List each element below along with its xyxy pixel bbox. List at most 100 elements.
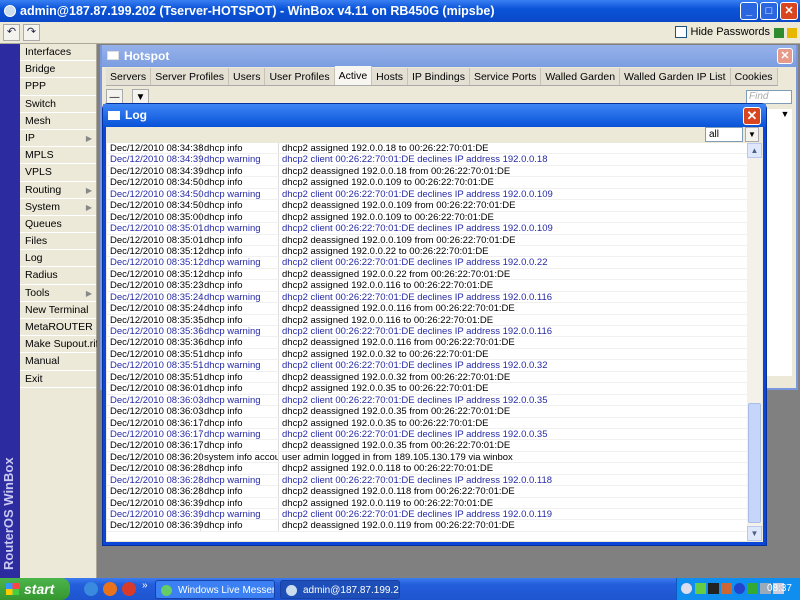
log-close-button[interactable]: ✕ — [743, 107, 761, 125]
log-row[interactable]: Dec/12/2010 08:34:38 dhcp info dhcp2 assig… — [107, 143, 747, 155]
log-row[interactable]: Dec/12/2010 08:36:01 dhcp info dhcp2 assig… — [107, 383, 747, 395]
log-scrollbar[interactable]: ▲ ▼ — [747, 143, 762, 541]
log-row[interactable]: Dec/12/2010 08:35:36 dhcp warning dhcp2 cl… — [107, 326, 747, 338]
tab-active[interactable]: Active — [334, 66, 373, 85]
log-row[interactable]: Dec/12/2010 08:36:17 dhcp info dhcp2 deass… — [107, 440, 747, 452]
maximize-button[interactable]: □ — [760, 2, 778, 20]
sidebar-item-ip[interactable]: IP ▶ — [20, 130, 96, 148]
log-row[interactable]: Dec/12/2010 08:34:39 dhcp info dhcp2 deass… — [107, 165, 747, 178]
log-row[interactable]: Dec/12/2010 08:35:51 dhcp info dhcp2 assig… — [107, 348, 747, 361]
ie-icon[interactable] — [84, 582, 98, 596]
sidebar-item-system[interactable]: System ▶ — [20, 199, 96, 216]
sidebar-item-log[interactable]: Log — [20, 250, 96, 268]
log-row[interactable]: Dec/12/2010 08:36:28 dhcp info dhcp2 deass… — [107, 486, 747, 498]
log-row[interactable]: Dec/12/2010 08:35:12 dhcp info dhcp2 assig… — [107, 245, 747, 258]
log-title-bar[interactable]: Log ✕ — [103, 104, 766, 127]
log-row[interactable]: Dec/12/2010 08:36:17 dhcp warning dhcp2 cl… — [107, 428, 747, 441]
log-row[interactable]: Dec/12/2010 08:36:39 dhcp info dhcp2 deass… — [107, 520, 747, 532]
sidebar-item-metarouter[interactable]: MetaROUTER — [20, 319, 96, 337]
log-row[interactable]: Dec/12/2010 08:36:39 dhcp warning dhcp2 cl… — [107, 509, 747, 521]
log-row[interactable]: Dec/12/2010 08:35:00 dhcp info dhcp2 assig… — [107, 211, 747, 224]
task-windows-live-messenger[interactable]: Windows Live Messen... — [155, 580, 275, 599]
hotspot-title-bar[interactable]: Hotspot ✕ — [102, 45, 796, 67]
log-row[interactable]: Dec/12/2010 08:34:50 dhcp warning dhcp2 cl… — [107, 188, 747, 201]
topic-filter-select[interactable]: all — [705, 127, 743, 142]
log-row[interactable]: Dec/12/2010 08:35:01 dhcp warning dhcp2 cl… — [107, 223, 747, 235]
sidebar-item-interfaces[interactable]: Interfaces — [20, 44, 96, 62]
chrome-icon[interactable] — [122, 582, 136, 596]
log-row[interactable]: Dec/12/2010 08:35:51 dhcp warning dhcp2 cl… — [107, 360, 747, 372]
tab-user-profiles[interactable]: User Profiles — [265, 68, 335, 85]
sidebar-item-mesh[interactable]: Mesh — [20, 113, 96, 130]
sidebar-item-bridge[interactable]: Bridge — [20, 61, 96, 79]
sidebar-item-mpls[interactable]: MPLS — [20, 147, 96, 165]
hotspot-close-button[interactable]: ✕ — [777, 48, 793, 64]
tray-expand-icon[interactable] — [681, 583, 692, 594]
sidebar-item-new-terminal[interactable]: New Terminal — [20, 302, 96, 319]
sidebar-item-ppp[interactable]: PPP — [20, 78, 96, 96]
tab-ip-bindings[interactable]: IP Bindings — [408, 68, 470, 85]
log-row[interactable]: Dec/12/2010 08:36:39 dhcp info dhcp2 assig… — [107, 497, 747, 509]
log-row[interactable]: Dec/12/2010 08:36:28 dhcp warning dhcp2 cl… — [107, 474, 747, 487]
redo-button[interactable]: ↷ — [23, 24, 40, 41]
firefox-icon[interactable] — [103, 582, 117, 596]
tab-service-ports[interactable]: Service Ports — [469, 68, 542, 85]
tab-hosts[interactable]: Hosts — [372, 68, 409, 85]
tab-users[interactable]: Users — [229, 68, 266, 85]
bluetooth-icon[interactable] — [734, 583, 745, 594]
window-title-bar[interactable]: admin@187.87.199.202 (Tserver-HOTSPOT) -… — [0, 0, 800, 22]
sidebar-item-queues[interactable]: Queues — [20, 216, 96, 234]
log-time: Dec/12/2010 08:35:51 — [107, 371, 204, 383]
undo-button[interactable]: ↶ — [3, 24, 20, 41]
log-row[interactable]: Dec/12/2010 08:35:24 dhcp warning dhcp2 cl… — [107, 291, 747, 304]
sidebar-item-vpls[interactable]: VPLS — [20, 164, 96, 182]
hide-passwords-checkbox[interactable]: Hide Passwords — [674, 26, 770, 38]
log-row[interactable]: Dec/12/2010 08:35:24 dhcp info dhcp2 deass… — [107, 303, 747, 315]
log-row[interactable]: Dec/12/2010 08:34:50 dhcp info dhcp2 assig… — [107, 177, 747, 189]
tray-app-icon[interactable] — [747, 583, 758, 594]
quicklaunch-chevron[interactable]: » — [142, 580, 148, 591]
log-row[interactable]: Dec/12/2010 08:36:03 dhcp info dhcp2 deass… — [107, 406, 747, 418]
checkbox-icon[interactable] — [674, 26, 687, 38]
log-row[interactable]: Dec/12/2010 08:36:03 dhcp warning dhcp2 cl… — [107, 394, 747, 407]
log-row[interactable]: Dec/12/2010 08:35:23 dhcp info dhcp2 assig… — [107, 280, 747, 292]
task-winbox[interactable]: admin@187.87.199.2... — [280, 580, 400, 599]
close-button[interactable]: ✕ — [780, 2, 798, 20]
log-row[interactable]: Dec/12/2010 08:34:50 dhcp info dhcp2 deass… — [107, 200, 747, 212]
log-row[interactable]: Dec/12/2010 08:36:17 dhcp info dhcp2 assig… — [107, 417, 747, 429]
sidebar-item-tools[interactable]: Tools ▶ — [20, 285, 96, 302]
sidebar-item-make-supout-rif[interactable]: Make Supout.rif — [20, 336, 99, 354]
log-row[interactable]: Dec/12/2010 08:35:12 dhcp warning dhcp2 cl… — [107, 257, 747, 269]
log-row[interactable]: Dec/12/2010 08:35:01 dhcp info dhcp2 deass… — [107, 234, 747, 246]
sidebar-item-files[interactable]: Files — [20, 233, 96, 251]
sidebar-item-exit[interactable]: Exit — [20, 371, 96, 388]
tab-server-profiles[interactable]: Server Profiles — [151, 68, 230, 85]
network-icon[interactable] — [695, 583, 706, 594]
log-row[interactable]: Dec/12/2010 08:36:20system info accountu… — [107, 451, 747, 464]
log-message: dhcp2 client 00:26:22:70:01:DE declines … — [282, 326, 553, 337]
sidebar-item-manual[interactable]: Manual — [20, 353, 96, 371]
scroll-down-icon[interactable]: ▼ — [747, 526, 762, 541]
tab-walled-garden[interactable]: Walled Garden — [541, 68, 621, 85]
sidebar-item-radius[interactable]: Radius — [20, 267, 96, 285]
tray-app-icon[interactable] — [708, 583, 719, 594]
sidebar-item-routing[interactable]: Routing ▶ — [20, 182, 96, 199]
log-row[interactable]: Dec/12/2010 08:35:36 dhcp info dhcp2 deass… — [107, 337, 747, 349]
log-row[interactable]: Dec/12/2010 08:35:12 dhcp info dhcp2 deass… — [107, 268, 747, 281]
sidebar-item-switch[interactable]: Switch — [20, 96, 96, 113]
minimize-button[interactable]: _ — [740, 2, 758, 20]
tab-cookies[interactable]: Cookies — [730, 68, 778, 85]
log-row[interactable]: Dec/12/2010 08:35:51 dhcp info dhcp2 deass… — [107, 371, 747, 384]
tray-app-icon[interactable] — [721, 583, 732, 594]
find-input[interactable]: Find — [746, 90, 792, 104]
tab-servers[interactable]: Servers — [106, 68, 152, 85]
log-row[interactable]: Dec/12/2010 08:34:39 dhcp warning dhcp2 cl… — [107, 154, 747, 166]
scroll-thumb[interactable] — [748, 403, 761, 523]
scroll-up-icon[interactable]: ▲ — [747, 143, 762, 158]
start-button[interactable]: start — [0, 578, 70, 600]
dropdown-icon[interactable]: ▼ — [745, 127, 759, 142]
log-row[interactable]: Dec/12/2010 08:35:35 dhcp info dhcp2 assig… — [107, 314, 747, 326]
tab-walled-garden-ip-list[interactable]: Walled Garden IP List — [620, 68, 731, 85]
log-row[interactable]: Dec/12/2010 08:36:28 dhcp info dhcp2 assig… — [107, 463, 747, 475]
columns-dropdown-icon[interactable]: ▼ — [778, 109, 792, 123]
